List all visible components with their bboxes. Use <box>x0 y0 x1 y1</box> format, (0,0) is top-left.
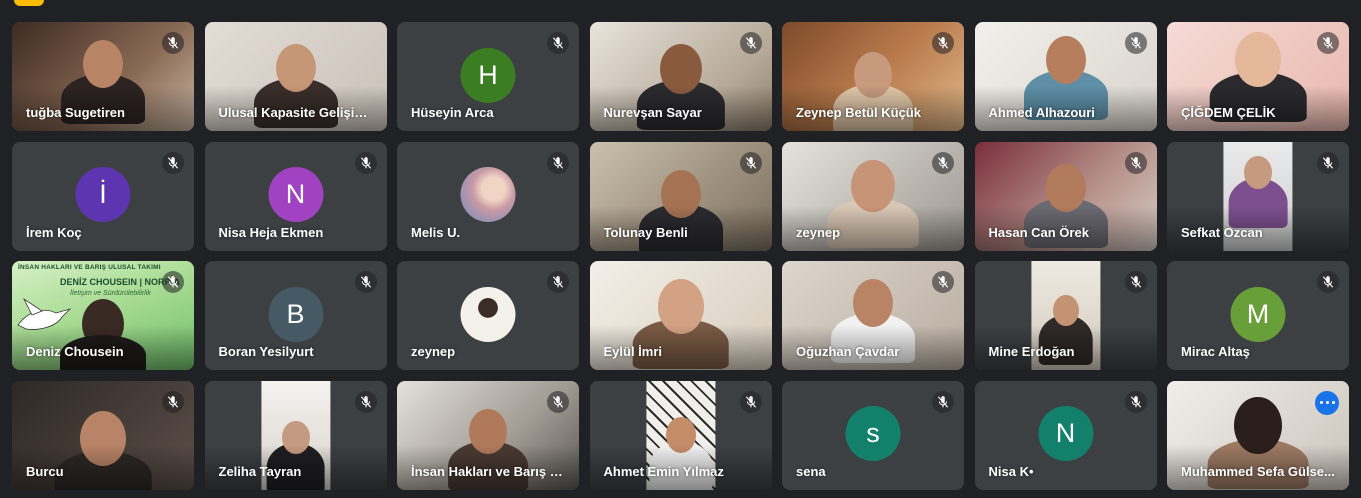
participant-name: Zeliha Tayran <box>218 463 302 479</box>
avatar: H <box>460 47 516 103</box>
participant-tile[interactable]: Ahmet Emin Yılmaz <box>589 380 772 490</box>
participant-tile[interactable]: İ İrem Koç <box>12 141 194 251</box>
avatar: N <box>268 167 323 223</box>
participant-name: Boran Yesilyurt <box>218 344 314 359</box>
mic-off-icon <box>1317 271 1339 293</box>
avatar: M <box>1230 286 1286 342</box>
participant-tile[interactable]: tuğba Sugetiren <box>12 22 194 131</box>
participant-name: Oğuzhan Çavdar <box>796 344 900 359</box>
mic-off-icon <box>1124 32 1147 54</box>
participant-tile[interactable]: Muhammed Sefa Gülse... <box>1167 380 1349 490</box>
participant-tile[interactable]: Zeynep Betül Küçük <box>782 22 964 131</box>
participant-tile[interactable]: M Mirac Altaş <box>1167 261 1349 370</box>
avatar <box>460 286 516 342</box>
participant-name: zeynep <box>411 344 456 359</box>
participant-tile[interactable]: N Nisa K• <box>974 380 1157 490</box>
participant-tile[interactable]: Hasan Can Örek <box>974 141 1157 251</box>
banner-subtitle: İletişim ve Sürdürülebilirlik <box>70 290 151 297</box>
mic-off-icon <box>932 32 954 54</box>
participant-name: Sefkat Ozcan <box>1181 224 1263 240</box>
mic-off-icon <box>932 271 954 293</box>
participant-tile[interactable]: İnsan Hakları ve Barış Ta... <box>397 380 579 490</box>
mic-off-icon <box>162 390 184 413</box>
mic-off-icon <box>932 151 954 174</box>
participant-tile[interactable]: N Nisa Heja Ekmen <box>204 141 387 251</box>
mic-off-icon <box>1317 151 1339 174</box>
avatar: N <box>1038 406 1093 462</box>
mic-off-icon <box>739 32 762 54</box>
participant-tile[interactable]: Zeliha Tayran <box>204 380 387 490</box>
participant-name: Tolunay Benli <box>603 224 688 240</box>
participant-tile[interactable]: Ahmed Alhazouri <box>974 22 1157 131</box>
participant-name: ÇİĞDEM ÇELİK <box>1181 105 1276 120</box>
participant-tile[interactable]: ÇİĞDEM ÇELİK <box>1167 22 1349 131</box>
mic-off-icon <box>1124 151 1147 174</box>
mic-off-icon <box>1317 32 1339 54</box>
mic-off-icon <box>932 390 954 413</box>
mic-off-icon <box>354 271 377 293</box>
mic-off-icon <box>354 390 377 413</box>
banner-title: İNSAN HAKLARI VE BARIŞ ULUSAL TAKIMI <box>18 264 161 271</box>
participant-name: Ahmed Alhazouri <box>988 105 1095 120</box>
participant-tile[interactable]: Nurevşan Sayar <box>589 22 772 131</box>
participant-name: Hasan Can Örek <box>988 224 1089 240</box>
participant-name: zeynep <box>796 224 841 240</box>
participant-name: Melis U. <box>411 224 461 240</box>
mic-off-icon <box>547 32 569 54</box>
participant-tile[interactable]: B Boran Yesilyurt <box>204 261 387 370</box>
participant-tile[interactable]: Ulusal Kapasite Gelişimi... <box>204 22 387 131</box>
mic-off-icon <box>547 151 569 174</box>
top-indicator <box>14 0 44 6</box>
participant-tile[interactable]: Mine Erdoğan <box>974 261 1157 370</box>
avatar <box>460 167 516 223</box>
participant-tile[interactable]: Eylül İmri <box>589 261 772 370</box>
mic-off-icon <box>162 32 184 54</box>
participant-name: Hüseyin Arca <box>411 105 494 120</box>
participant-name: İrem Koç <box>26 224 82 240</box>
participant-name: Nisa Heja Ekmen <box>218 224 324 240</box>
participant-name: Nisa K• <box>988 463 1034 479</box>
mic-off-icon <box>547 271 569 293</box>
mic-off-icon <box>162 151 184 174</box>
participant-name: Nurevşan Sayar <box>603 105 702 120</box>
mic-off-icon <box>739 390 762 413</box>
more-options-icon[interactable] <box>1315 390 1339 415</box>
participant-tile[interactable]: Melis U. <box>397 141 579 251</box>
participant-tile[interactable]: İNSAN HAKLARI VE BARIŞ ULUSAL TAKIMI DENİ… <box>12 261 194 370</box>
participant-tile[interactable]: s sena <box>782 380 964 490</box>
avatar: B <box>268 286 323 342</box>
participant-name: Mine Erdoğan <box>988 344 1075 359</box>
participant-tile[interactable]: Tolunay Benli <box>589 141 772 251</box>
participant-tile[interactable]: H Hüseyin Arca <box>397 22 579 131</box>
participant-tile[interactable]: Burcu <box>12 380 194 490</box>
participant-tile[interactable]: Sefkat Ozcan <box>1167 141 1349 251</box>
mic-off-icon <box>1124 271 1147 293</box>
mic-off-icon <box>162 271 184 293</box>
participant-tile[interactable]: Oğuzhan Çavdar <box>782 261 964 370</box>
mic-off-icon <box>1124 390 1147 413</box>
mic-off-icon <box>739 151 762 174</box>
mic-off-icon <box>547 390 569 413</box>
avatar: s <box>845 406 901 462</box>
participant-name: Eylül İmri <box>603 344 663 359</box>
participant-tile[interactable]: zeynep <box>782 141 964 251</box>
avatar: İ <box>75 167 131 223</box>
participant-name: Deniz Chousein <box>26 344 124 359</box>
participant-name: Zeynep Betül Küçük <box>796 105 921 120</box>
participant-grid: tuğba Sugetiren Ulusal Kapasite Gelişimi.… <box>12 22 1349 490</box>
participant-name: Muhammed Sefa Gülse... <box>1181 463 1335 479</box>
participant-name: Burcu <box>26 463 64 479</box>
participant-tile[interactable]: zeynep <box>397 261 579 370</box>
participant-name: tuğba Sugetiren <box>26 105 125 120</box>
participant-name: Ahmet Emin Yılmaz <box>603 463 724 479</box>
participant-name: Mirac Altaş <box>1181 344 1250 359</box>
mic-off-icon <box>354 151 377 174</box>
participant-name: sena <box>796 463 826 479</box>
participant-name: Ulusal Kapasite Gelişimi... <box>218 105 377 120</box>
participant-name: İnsan Hakları ve Barış Ta... <box>411 463 569 479</box>
